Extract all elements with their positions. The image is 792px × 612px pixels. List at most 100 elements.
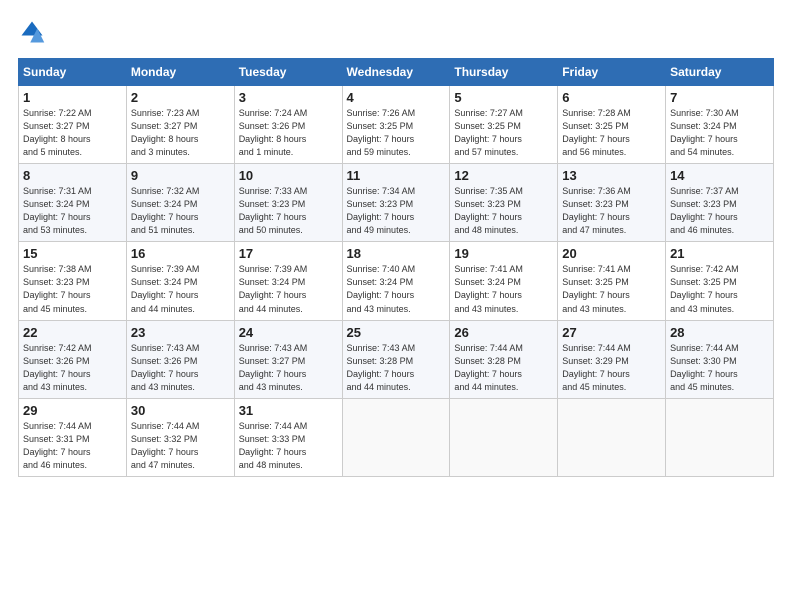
calendar-body: 1 Sunrise: 7:22 AMSunset: 3:27 PMDaylight… — [19, 86, 774, 477]
day-info: Sunrise: 7:27 AMSunset: 3:25 PMDaylight:… — [454, 107, 553, 159]
day-info: Sunrise: 7:42 AMSunset: 3:25 PMDaylight:… — [670, 263, 769, 315]
calendar-cell: 5 Sunrise: 7:27 AMSunset: 3:25 PMDaylight… — [450, 86, 558, 164]
day-info: Sunrise: 7:39 AMSunset: 3:24 PMDaylight:… — [239, 263, 338, 315]
day-number: 25 — [347, 325, 446, 340]
day-number: 29 — [23, 403, 122, 418]
day-info: Sunrise: 7:34 AMSunset: 3:23 PMDaylight:… — [347, 185, 446, 237]
calendar-cell: 6Sunrise: 7:28 AMSunset: 3:25 PMDaylight… — [558, 86, 666, 164]
day-number: 17 — [239, 246, 338, 261]
calendar-cell: 30Sunrise: 7:44 AMSunset: 3:32 PMDayligh… — [126, 398, 234, 476]
calendar-cell: 10 Sunrise: 7:33 AMSunset: 3:23 PMDayligh… — [234, 164, 342, 242]
day-info: Sunrise: 7:26 AMSunset: 3:25 PMDaylight:… — [347, 107, 446, 159]
day-info: Sunrise: 7:32 AMSunset: 3:24 PMDaylight:… — [131, 185, 230, 237]
day-number: 28 — [670, 325, 769, 340]
day-number: 22 — [23, 325, 122, 340]
calendar-cell: 13Sunrise: 7:36 AMSunset: 3:23 PMDayligh… — [558, 164, 666, 242]
calendar-cell: 19 Sunrise: 7:41 AMSunset: 3:24 PMDayligh… — [450, 242, 558, 320]
day-number: 13 — [562, 168, 661, 183]
logo — [18, 18, 50, 46]
day-info: Sunrise: 7:43 AMSunset: 3:26 PMDaylight:… — [131, 342, 230, 394]
calendar-cell: 21 Sunrise: 7:42 AMSunset: 3:25 PMDayligh… — [666, 242, 774, 320]
weekday-header-saturday: Saturday — [666, 59, 774, 86]
calendar-cell: 29 Sunrise: 7:44 AMSunset: 3:31 PMDayligh… — [19, 398, 127, 476]
calendar-cell: 14Sunrise: 7:37 AMSunset: 3:23 PMDayligh… — [666, 164, 774, 242]
day-info: Sunrise: 7:23 AMSunset: 3:27 PMDaylight:… — [131, 107, 230, 159]
day-info: Sunrise: 7:44 AMSunset: 3:30 PMDaylight:… — [670, 342, 769, 394]
calendar-cell: 27Sunrise: 7:44 AMSunset: 3:29 PMDayligh… — [558, 320, 666, 398]
day-info: Sunrise: 7:40 AMSunset: 3:24 PMDaylight:… — [347, 263, 446, 315]
day-info: Sunrise: 7:44 AMSunset: 3:28 PMDaylight:… — [454, 342, 553, 394]
calendar-week-5: 29 Sunrise: 7:44 AMSunset: 3:31 PMDayligh… — [19, 398, 774, 476]
day-info: Sunrise: 7:37 AMSunset: 3:23 PMDaylight:… — [670, 185, 769, 237]
day-info: Sunrise: 7:44 AMSunset: 3:33 PMDaylight:… — [239, 420, 338, 472]
day-number: 8 — [23, 168, 122, 183]
day-number: 10 — [239, 168, 338, 183]
calendar-cell: 11Sunrise: 7:34 AMSunset: 3:23 PMDayligh… — [342, 164, 450, 242]
calendar-cell: 23 Sunrise: 7:43 AMSunset: 3:26 PMDayligh… — [126, 320, 234, 398]
header — [18, 18, 774, 46]
day-info: Sunrise: 7:42 AMSunset: 3:26 PMDaylight:… — [23, 342, 122, 394]
calendar-cell: 28 Sunrise: 7:44 AMSunset: 3:30 PMDayligh… — [666, 320, 774, 398]
day-number: 23 — [131, 325, 230, 340]
day-number: 24 — [239, 325, 338, 340]
day-number: 12 — [454, 168, 553, 183]
day-info: Sunrise: 7:43 AMSunset: 3:28 PMDaylight:… — [347, 342, 446, 394]
day-info: Sunrise: 7:28 AMSunset: 3:25 PMDaylight:… — [562, 107, 661, 159]
weekday-header-thursday: Thursday — [450, 59, 558, 86]
calendar-cell — [666, 398, 774, 476]
weekday-header-tuesday: Tuesday — [234, 59, 342, 86]
calendar-cell: 17 Sunrise: 7:39 AMSunset: 3:24 PMDayligh… — [234, 242, 342, 320]
calendar-week-3: 15 Sunrise: 7:38 AMSunset: 3:23 PMDayligh… — [19, 242, 774, 320]
day-info: Sunrise: 7:41 AMSunset: 3:24 PMDaylight:… — [454, 263, 553, 315]
calendar-cell: 2 Sunrise: 7:23 AMSunset: 3:27 PMDaylight… — [126, 86, 234, 164]
calendar-cell: 16Sunrise: 7:39 AMSunset: 3:24 PMDayligh… — [126, 242, 234, 320]
day-info: Sunrise: 7:31 AMSunset: 3:24 PMDaylight:… — [23, 185, 122, 237]
calendar-cell: 20 Sunrise: 7:41 AMSunset: 3:25 PMDayligh… — [558, 242, 666, 320]
calendar-cell: 25 Sunrise: 7:43 AMSunset: 3:28 PMDayligh… — [342, 320, 450, 398]
day-info: Sunrise: 7:44 AMSunset: 3:29 PMDaylight:… — [562, 342, 661, 394]
calendar-table: SundayMondayTuesdayWednesdayThursdayFrid… — [18, 58, 774, 477]
day-number: 2 — [131, 90, 230, 105]
day-info: Sunrise: 7:24 AMSunset: 3:26 PMDaylight:… — [239, 107, 338, 159]
logo-icon — [18, 18, 46, 46]
calendar-week-2: 8 Sunrise: 7:31 AMSunset: 3:24 PMDaylight… — [19, 164, 774, 242]
calendar-cell: 15 Sunrise: 7:38 AMSunset: 3:23 PMDayligh… — [19, 242, 127, 320]
day-info: Sunrise: 7:41 AMSunset: 3:25 PMDaylight:… — [562, 263, 661, 315]
calendar-cell: 7Sunrise: 7:30 AMSunset: 3:24 PMDaylight… — [666, 86, 774, 164]
day-number: 15 — [23, 246, 122, 261]
day-info: Sunrise: 7:44 AMSunset: 3:31 PMDaylight:… — [23, 420, 122, 472]
calendar-cell: 9Sunrise: 7:32 AMSunset: 3:24 PMDaylight… — [126, 164, 234, 242]
day-number: 26 — [454, 325, 553, 340]
calendar-week-1: 1 Sunrise: 7:22 AMSunset: 3:27 PMDaylight… — [19, 86, 774, 164]
calendar-cell — [558, 398, 666, 476]
weekday-header-sunday: Sunday — [19, 59, 127, 86]
calendar-cell: 31 Sunrise: 7:44 AMSunset: 3:33 PMDayligh… — [234, 398, 342, 476]
day-info: Sunrise: 7:33 AMSunset: 3:23 PMDaylight:… — [239, 185, 338, 237]
day-info: Sunrise: 7:22 AMSunset: 3:27 PMDaylight:… — [23, 107, 122, 159]
calendar-cell: 12 Sunrise: 7:35 AMSunset: 3:23 PMDayligh… — [450, 164, 558, 242]
weekday-header-friday: Friday — [558, 59, 666, 86]
day-number: 1 — [23, 90, 122, 105]
day-number: 21 — [670, 246, 769, 261]
day-info: Sunrise: 7:38 AMSunset: 3:23 PMDaylight:… — [23, 263, 122, 315]
weekday-header-monday: Monday — [126, 59, 234, 86]
calendar-cell: 3 Sunrise: 7:24 AMSunset: 3:26 PMDaylight… — [234, 86, 342, 164]
day-number: 30 — [131, 403, 230, 418]
day-number: 19 — [454, 246, 553, 261]
day-number: 20 — [562, 246, 661, 261]
day-info: Sunrise: 7:39 AMSunset: 3:24 PMDaylight:… — [131, 263, 230, 315]
calendar-cell: 18 Sunrise: 7:40 AMSunset: 3:24 PMDayligh… — [342, 242, 450, 320]
day-number: 5 — [454, 90, 553, 105]
calendar-cell: 26 Sunrise: 7:44 AMSunset: 3:28 PMDayligh… — [450, 320, 558, 398]
calendar-cell: 24 Sunrise: 7:43 AMSunset: 3:27 PMDayligh… — [234, 320, 342, 398]
day-number: 3 — [239, 90, 338, 105]
day-number: 18 — [347, 246, 446, 261]
calendar-cell: 22 Sunrise: 7:42 AMSunset: 3:26 PMDayligh… — [19, 320, 127, 398]
calendar-cell — [450, 398, 558, 476]
page-container: SundayMondayTuesdayWednesdayThursdayFrid… — [0, 0, 792, 487]
calendar-cell: 1 Sunrise: 7:22 AMSunset: 3:27 PMDaylight… — [19, 86, 127, 164]
calendar-cell: 4Sunrise: 7:26 AMSunset: 3:25 PMDaylight… — [342, 86, 450, 164]
day-info: Sunrise: 7:43 AMSunset: 3:27 PMDaylight:… — [239, 342, 338, 394]
day-number: 31 — [239, 403, 338, 418]
day-info: Sunrise: 7:35 AMSunset: 3:23 PMDaylight:… — [454, 185, 553, 237]
